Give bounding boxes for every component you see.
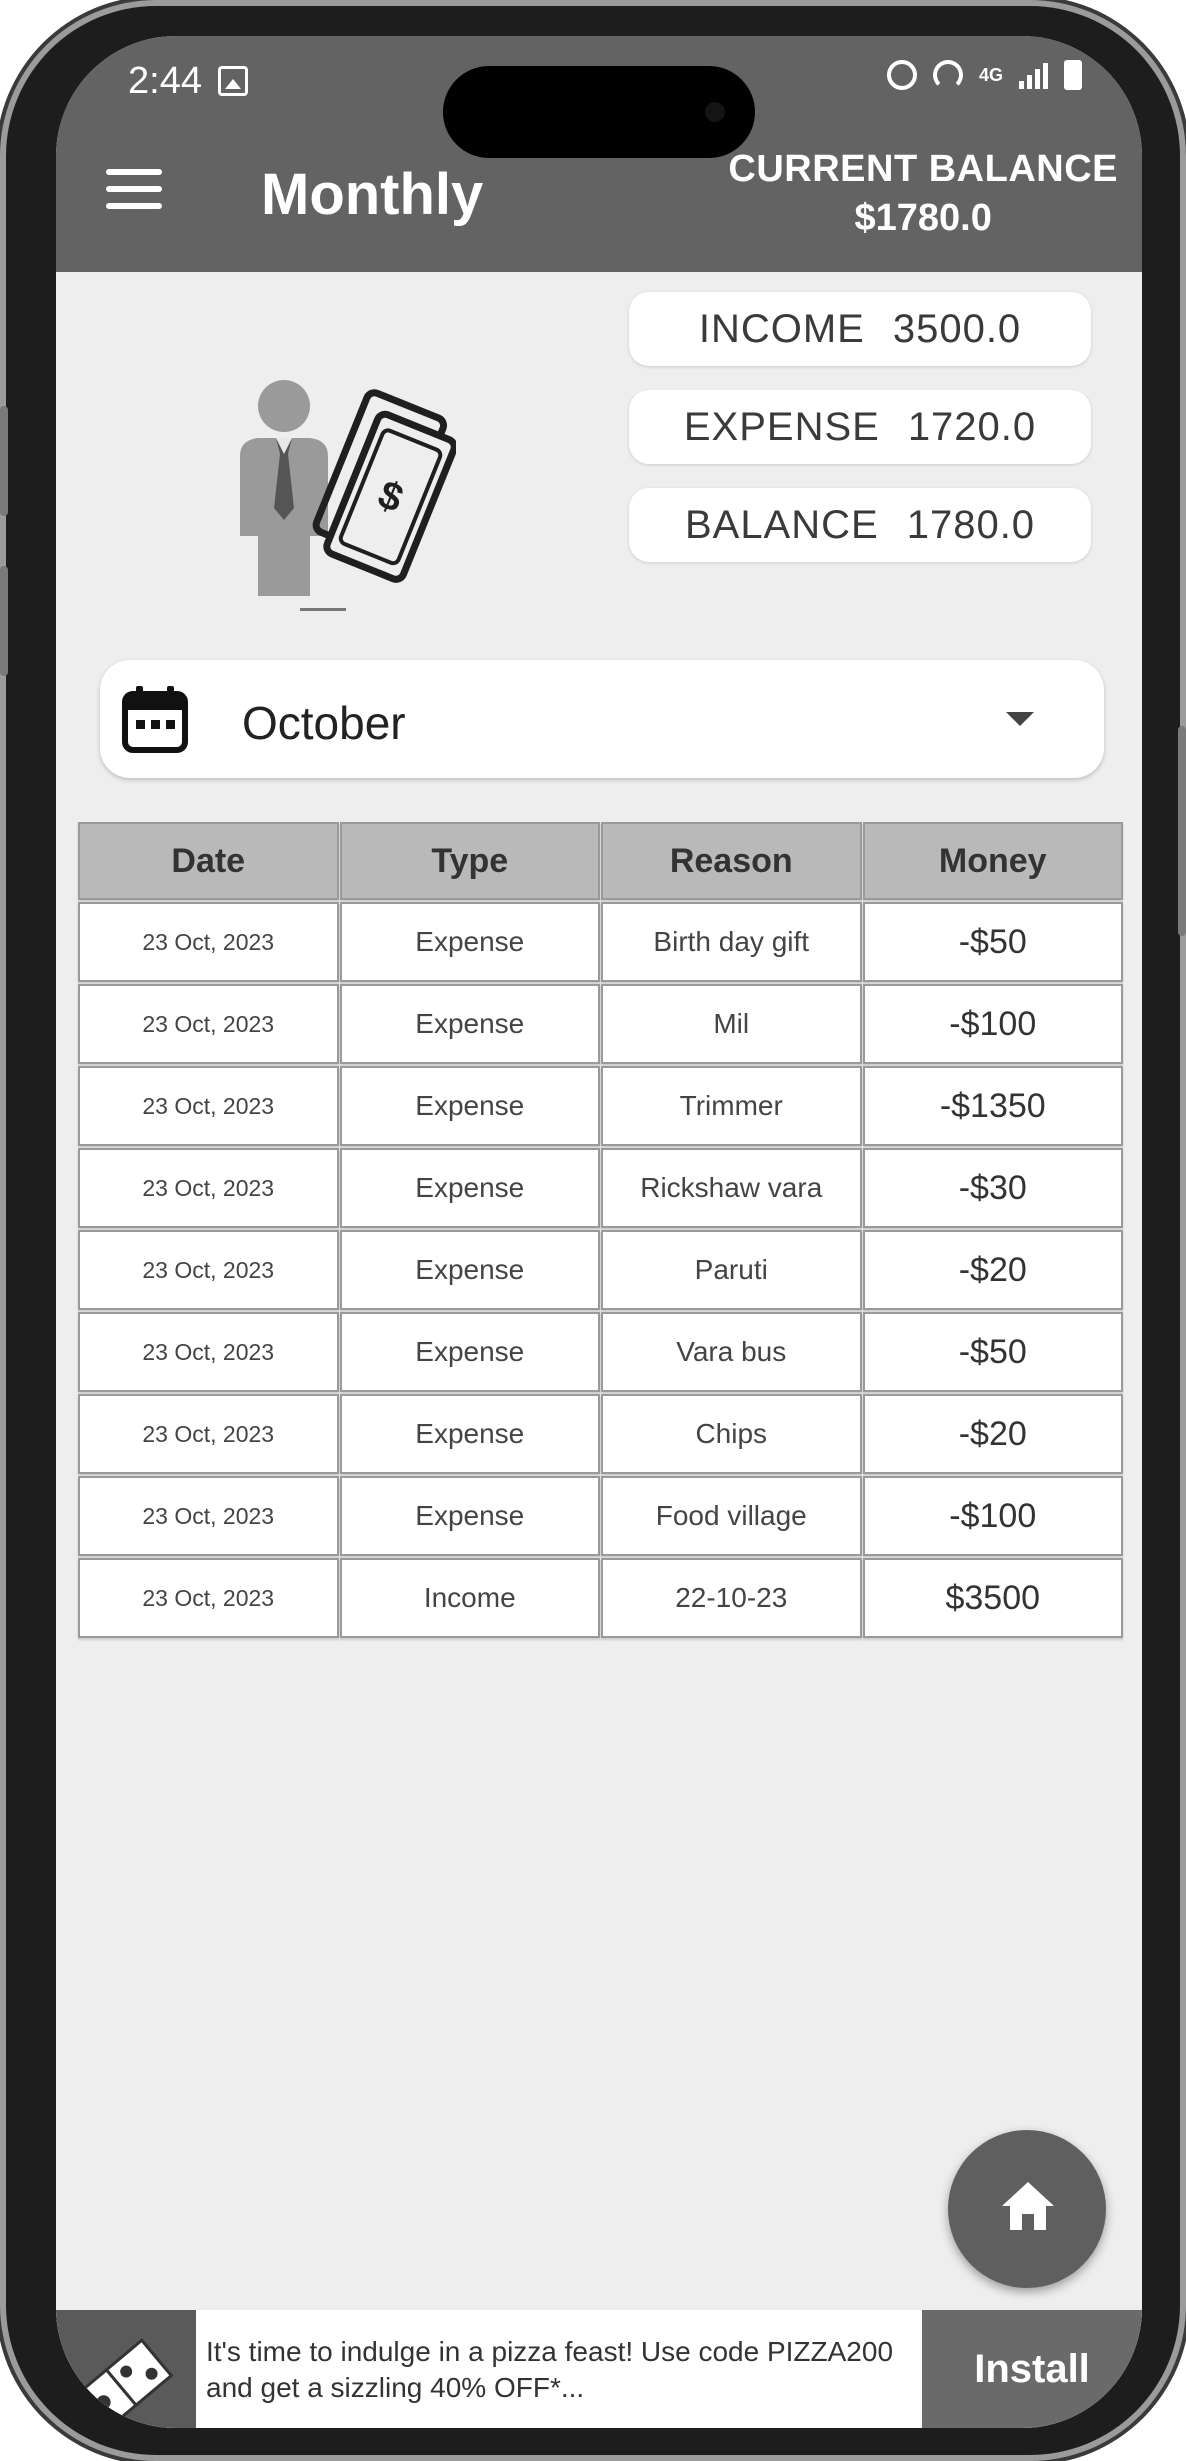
current-balance: CURRENT BALANCE $1780.0 <box>728 148 1118 240</box>
income-label: INCOME <box>698 306 865 351</box>
cell-money: -$20 <box>862 1230 1123 1310</box>
header-reason: Reason <box>601 822 862 900</box>
home-button[interactable] <box>948 2130 1106 2288</box>
table-row[interactable]: 23 Oct, 2023 Expense Food village -$100 <box>78 1476 1124 1558</box>
balance-value: 1780.0 <box>906 502 1036 547</box>
cell-money: $3500 <box>862 1558 1123 1638</box>
table-row[interactable]: 23 Oct, 2023 Expense Rickshaw vara -$30 <box>78 1148 1124 1230</box>
camera-notch <box>443 66 755 158</box>
ad-banner[interactable]: It's time to indulge in a pizza feast! U… <box>56 2310 1142 2428</box>
header-date: Date <box>78 822 339 900</box>
cell-date: 23 Oct, 2023 <box>78 1394 339 1474</box>
cell-type: Expense <box>339 1148 600 1228</box>
cell-date: 23 Oct, 2023 <box>78 1558 339 1638</box>
cell-type: Expense <box>339 984 600 1064</box>
table-row[interactable]: 23 Oct, 2023 Expense Mil -$100 <box>78 984 1124 1066</box>
cell-date: 23 Oct, 2023 <box>78 1230 339 1310</box>
signal-icon <box>1019 61 1048 89</box>
table-row[interactable]: 23 Oct, 2023 Expense Birth day gift -$50 <box>78 902 1124 984</box>
expense-value: 1720.0 <box>907 404 1037 449</box>
cell-type: Expense <box>339 1066 600 1146</box>
current-balance-label: CURRENT BALANCE <box>728 148 1118 190</box>
income-value: 3500.0 <box>892 306 1022 351</box>
volume-button <box>0 566 8 676</box>
gallery-icon <box>218 66 248 96</box>
table-header: Date Type Reason Money <box>78 822 1124 902</box>
install-button[interactable]: Install <box>922 2310 1142 2428</box>
cell-money: -$50 <box>862 902 1123 982</box>
current-balance-value: $1780.0 <box>854 197 992 239</box>
hotspot-icon <box>932 60 963 90</box>
expense-summary: EXPENSE 1720.0 <box>629 390 1091 464</box>
month-select[interactable]: October <box>100 660 1104 778</box>
cell-reason: Food village <box>601 1476 862 1556</box>
phone-frame: Monthly CURRENT BALANCE $1780.0 2:44 4G <box>0 6 1186 2455</box>
cell-reason: 22-10-23 <box>601 1558 862 1638</box>
cell-date: 23 Oct, 2023 <box>78 1066 339 1146</box>
balance-label: BALANCE <box>684 502 879 547</box>
cell-reason: Rickshaw vara <box>601 1148 862 1228</box>
cell-reason: Trimmer <box>601 1066 862 1146</box>
battery-icon <box>1064 60 1082 90</box>
cell-date: 23 Oct, 2023 <box>78 1312 339 1392</box>
power-button <box>0 406 8 516</box>
cell-reason: Vara bus <box>601 1312 862 1392</box>
header-type: Type <box>339 822 600 900</box>
cell-money: -$20 <box>862 1394 1123 1474</box>
month-value: October <box>242 697 406 749</box>
cell-money: -$100 <box>862 1476 1123 1556</box>
cell-type: Expense <box>339 1476 600 1556</box>
calendar-icon <box>122 686 188 753</box>
table-row[interactable]: 23 Oct, 2023 Expense Trimmer -$1350 <box>78 1066 1124 1148</box>
network-label: 4G <box>978 65 1003 85</box>
chevron-down-icon[interactable] <box>1006 712 1034 726</box>
status-time: 2:44 <box>128 60 202 102</box>
home-icon <box>1002 2182 1054 2230</box>
cell-money: -$100 <box>862 984 1123 1064</box>
table-row[interactable]: 23 Oct, 2023 Expense Vara bus -$50 <box>78 1312 1124 1394</box>
cell-reason: Paruti <box>601 1230 862 1310</box>
cell-type: Income <box>339 1558 600 1638</box>
cell-money: -$1350 <box>862 1066 1123 1146</box>
table-row[interactable]: 23 Oct, 2023 Income 22-10-23 $3500 <box>78 1558 1124 1640</box>
cell-money: -$30 <box>862 1148 1123 1228</box>
cell-date: 23 Oct, 2023 <box>78 902 339 982</box>
status-icons: 4G <box>886 60 1082 90</box>
transactions-table: Date Type Reason Money 23 Oct, 2023 Expen… <box>78 822 1124 1640</box>
alarm-icon <box>886 60 917 90</box>
table-body: 23 Oct, 2023 Expense Birth day gift -$50 23 … <box>78 902 1124 1640</box>
income-summary: INCOME 3500.0 <box>629 292 1091 366</box>
cell-date: 23 Oct, 2023 <box>78 984 339 1064</box>
cell-money: -$50 <box>862 1312 1123 1392</box>
menu-icon[interactable] <box>106 169 162 209</box>
cell-type: Expense <box>339 902 600 982</box>
table-row[interactable]: 23 Oct, 2023 Expense Chips -$20 <box>78 1394 1124 1476</box>
side-button <box>1178 726 1186 936</box>
table-row[interactable]: 23 Oct, 2023 Expense Paruti -$20 <box>78 1230 1124 1312</box>
cell-date: 23 Oct, 2023 <box>78 1148 339 1228</box>
page-title: Monthly <box>261 162 484 227</box>
expense-label: EXPENSE <box>683 404 880 449</box>
cell-date: 23 Oct, 2023 <box>78 1476 339 1556</box>
cell-reason: Mil <box>601 984 862 1064</box>
balance-summary: BALANCE 1780.0 <box>629 488 1091 562</box>
businessman-money-icon: $ <box>240 380 456 611</box>
cell-reason: Chips <box>601 1394 862 1474</box>
camera-dot <box>705 102 725 122</box>
cell-type: Expense <box>339 1230 600 1310</box>
cell-reason: Birth day gift <box>601 902 862 982</box>
pizza-logo-icon <box>56 2310 196 2428</box>
screen: Monthly CURRENT BALANCE $1780.0 2:44 4G <box>56 36 1142 2428</box>
ad-text: It's time to indulge in a pizza feast! U… <box>206 2336 894 2403</box>
header-money: Money <box>862 822 1123 900</box>
cell-type: Expense <box>339 1394 600 1474</box>
cell-type: Expense <box>339 1312 600 1392</box>
